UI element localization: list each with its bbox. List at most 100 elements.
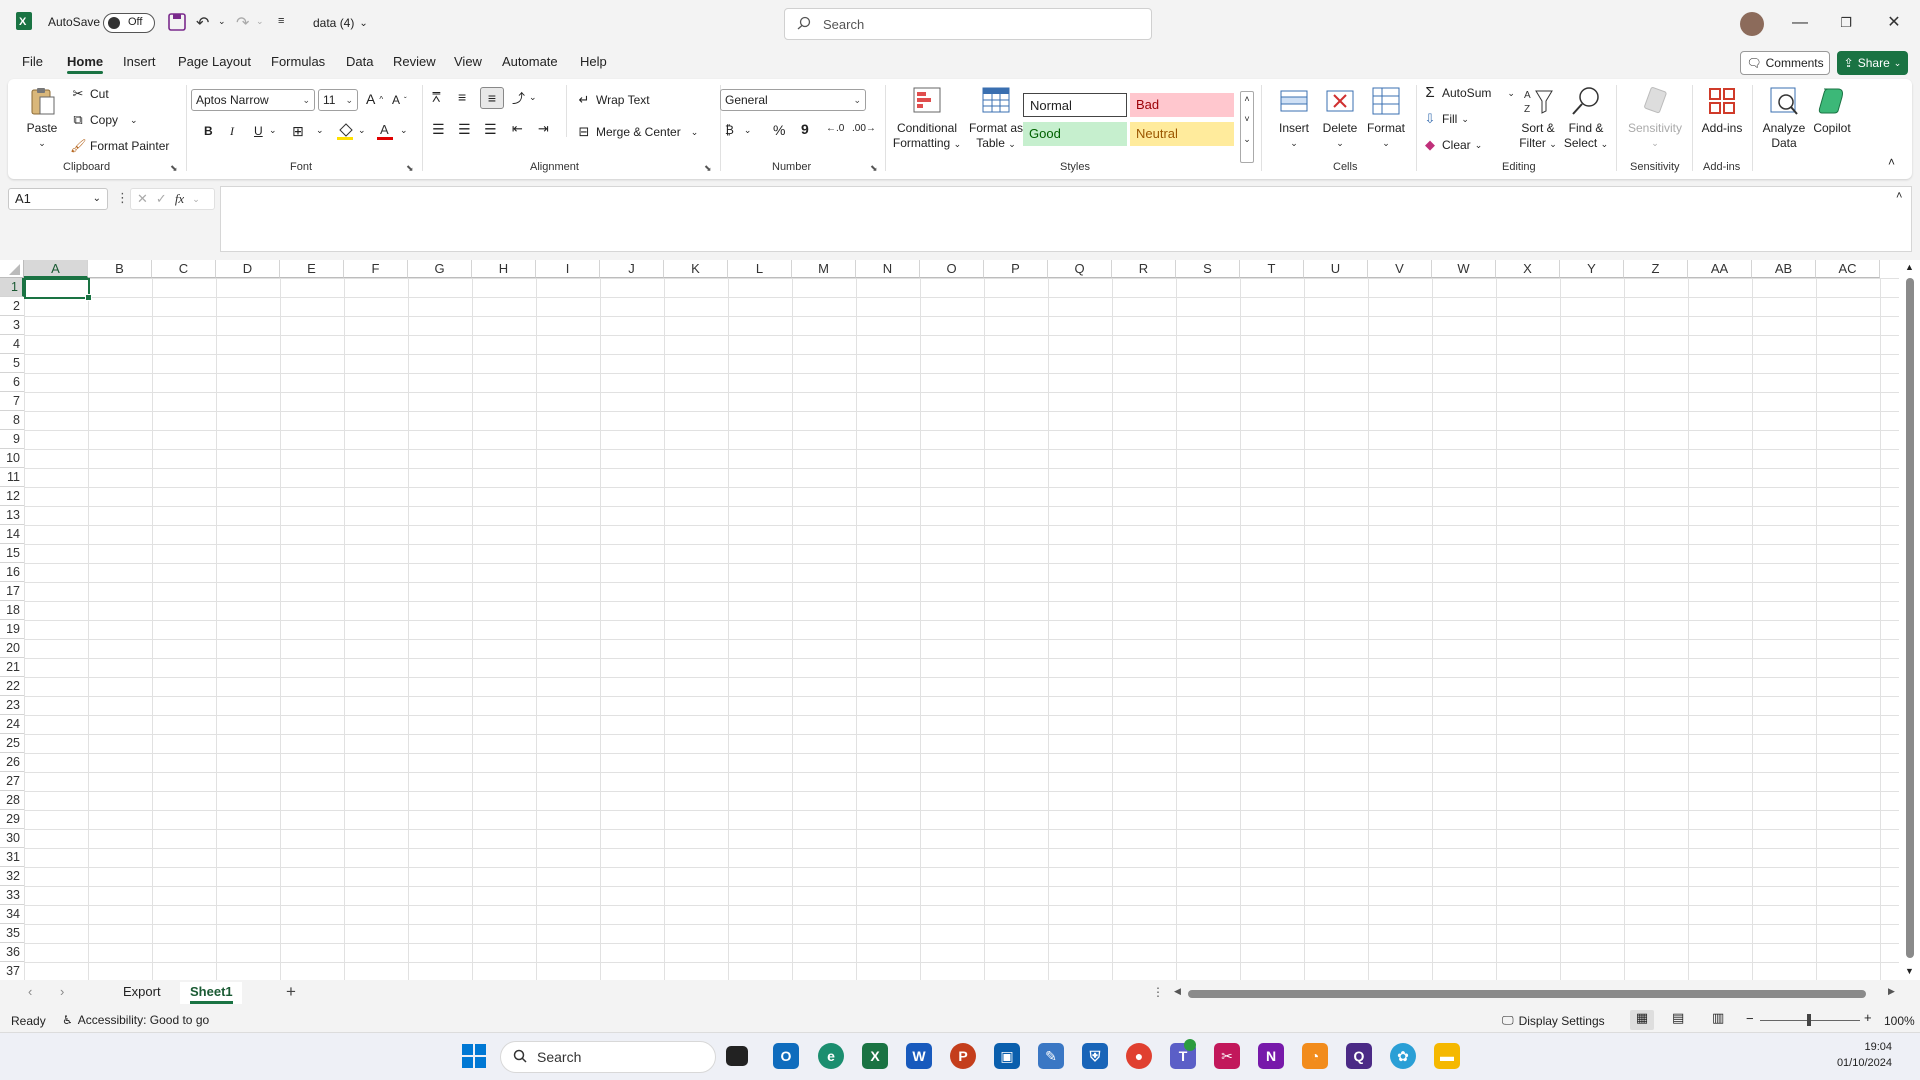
row-header-7[interactable]: 7: [0, 392, 24, 411]
close-icon[interactable]: ✕: [1880, 10, 1908, 36]
tab-help[interactable]: Help: [580, 54, 607, 69]
clock-date[interactable]: 01/10/2024: [1812, 1057, 1892, 1069]
column-header-z[interactable]: Z: [1624, 260, 1688, 278]
windows-start-icon[interactable]: [462, 1044, 486, 1071]
chevron-down-icon[interactable]: ⌄: [269, 125, 277, 136]
word-icon[interactable]: W: [906, 1043, 932, 1069]
decrease-decimal-icon[interactable]: .00→: [852, 123, 876, 134]
zoom-out-icon[interactable]: −: [1746, 1011, 1754, 1026]
avatar[interactable]: [1740, 12, 1764, 36]
delete-cells-button[interactable]: Delete ⌄: [1318, 85, 1362, 151]
expand-gallery-icon[interactable]: ⌄: [1241, 132, 1253, 146]
more-options-icon[interactable]: ⋮: [1152, 985, 1164, 999]
select-all-button[interactable]: [0, 260, 24, 278]
formula-input[interactable]: [220, 186, 1912, 252]
format-as-table-button[interactable]: Format as Table ⌄: [963, 85, 1029, 152]
decrease-indent-icon[interactable]: ⇤: [512, 121, 523, 137]
row-header-11[interactable]: 11: [0, 468, 24, 487]
percent-style-button[interactable]: %: [773, 122, 785, 138]
app-icon[interactable]: ✿: [1390, 1043, 1416, 1069]
row-header-19[interactable]: 19: [0, 620, 24, 639]
accessibility-status[interactable]: ♿ Accessibility: Good to go: [62, 1013, 209, 1027]
increase-font-size-button[interactable]: A ^: [366, 91, 383, 107]
font-color-icon[interactable]: A: [376, 121, 394, 144]
cut-button[interactable]: ✂ Cut: [70, 86, 109, 102]
row-header-5[interactable]: 5: [0, 354, 24, 373]
row-header-22[interactable]: 22: [0, 677, 24, 696]
align-left-icon[interactable]: ☰: [432, 121, 445, 138]
row-header-3[interactable]: 3: [0, 316, 24, 335]
chevron-down-icon[interactable]: ˅: [1241, 112, 1253, 126]
tab-formulas[interactable]: Formulas: [271, 54, 325, 69]
sensitivity-button[interactable]: Sensitivity ⌄: [1624, 85, 1686, 151]
more-options-icon[interactable]: ⋮: [116, 190, 129, 206]
row-header-10[interactable]: 10: [0, 449, 24, 468]
insert-cells-button[interactable]: Insert ⌄: [1272, 85, 1316, 151]
merge-center-button[interactable]: ⊟ Merge & Center ⌄: [576, 124, 699, 140]
row-header-26[interactable]: 26: [0, 753, 24, 772]
horizontal-scroll-thumb[interactable]: [1188, 990, 1866, 998]
align-right-icon[interactable]: ☰: [484, 121, 497, 138]
column-header-i[interactable]: I: [536, 260, 600, 278]
style-normal[interactable]: Normal: [1023, 93, 1127, 117]
paste-button[interactable]: Paste ⌄: [26, 85, 58, 151]
sheet-next-icon[interactable]: ›: [60, 984, 64, 999]
insert-function-button[interactable]: fx: [175, 191, 184, 207]
active-cell[interactable]: [24, 278, 92, 301]
column-header-l[interactable]: L: [728, 260, 792, 278]
chrome-icon[interactable]: ●: [1126, 1043, 1152, 1069]
row-header-9[interactable]: 9: [0, 430, 24, 449]
decrease-font-size-button[interactable]: Aˇ: [392, 93, 407, 107]
search-input[interactable]: Search: [784, 8, 1152, 40]
row-header-37[interactable]: 37: [0, 962, 24, 981]
outlook-icon[interactable]: O: [773, 1043, 799, 1069]
column-header-c[interactable]: C: [152, 260, 216, 278]
fill-button[interactable]: ⇩ Fill ⌄: [1422, 111, 1469, 127]
row-header-35[interactable]: 35: [0, 924, 24, 943]
column-header-p[interactable]: P: [984, 260, 1048, 278]
row-header-31[interactable]: 31: [0, 848, 24, 867]
column-header-o[interactable]: O: [920, 260, 984, 278]
snipping-tool-icon[interactable]: ✂: [1214, 1043, 1240, 1069]
undo-icon[interactable]: ↶: [196, 13, 209, 33]
taskbar-search[interactable]: Search: [500, 1041, 716, 1073]
tab-home[interactable]: Home: [67, 54, 104, 74]
onenote-icon[interactable]: N: [1258, 1043, 1284, 1069]
analyze-data-button[interactable]: Analyze Data: [1760, 85, 1808, 151]
column-header-q[interactable]: Q: [1048, 260, 1112, 278]
app-icon[interactable]: Q: [1346, 1043, 1372, 1069]
tab-page-layout[interactable]: Page Layout: [178, 54, 251, 69]
accounting-format-icon[interactable]: ₿ ⌄: [725, 123, 751, 137]
column-header-a[interactable]: A: [24, 260, 88, 278]
format-painter-button[interactable]: 🖌 Format Painter: [70, 138, 169, 154]
row-header-24[interactable]: 24: [0, 715, 24, 734]
conditional-formatting-button[interactable]: Conditional Formatting ⌄: [888, 85, 966, 152]
scroll-down-icon[interactable]: ▼: [1905, 966, 1914, 976]
display-settings-button[interactable]: 🖵 Display Settings: [1502, 1013, 1605, 1028]
file-explorer-icon[interactable]: ▬: [1434, 1043, 1460, 1069]
row-header-6[interactable]: 6: [0, 373, 24, 392]
row-header-13[interactable]: 13: [0, 506, 24, 525]
remote-desktop-icon[interactable]: ▣: [994, 1043, 1020, 1069]
column-header-s[interactable]: S: [1176, 260, 1240, 278]
row-header-8[interactable]: 8: [0, 411, 24, 430]
add-ins-button[interactable]: Add-ins: [1698, 85, 1746, 136]
zoom-slider-thumb[interactable]: [1807, 1014, 1811, 1026]
column-header-h[interactable]: H: [472, 260, 536, 278]
copy-button[interactable]: ⧉ Copy ⌄: [70, 112, 137, 128]
row-header-25[interactable]: 25: [0, 734, 24, 753]
redo-dropdown-icon[interactable]: ⌄: [256, 16, 264, 27]
column-header-f[interactable]: F: [344, 260, 408, 278]
defender-icon[interactable]: ⛨: [1082, 1043, 1108, 1069]
row-header-27[interactable]: 27: [0, 772, 24, 791]
row-header-4[interactable]: 4: [0, 335, 24, 354]
align-bottom-icon[interactable]: ≡: [480, 87, 504, 109]
row-header-17[interactable]: 17: [0, 582, 24, 601]
font-size-select[interactable]: 11 ⌄: [318, 89, 358, 111]
row-header-12[interactable]: 12: [0, 487, 24, 506]
sheet-tab-sheet1[interactable]: Sheet1: [190, 984, 233, 1004]
style-bad[interactable]: Bad: [1130, 93, 1234, 117]
row-header-1[interactable]: 1: [0, 278, 24, 297]
borders-icon[interactable]: ⊞: [292, 123, 304, 140]
align-center-icon[interactable]: ☰: [458, 121, 471, 138]
